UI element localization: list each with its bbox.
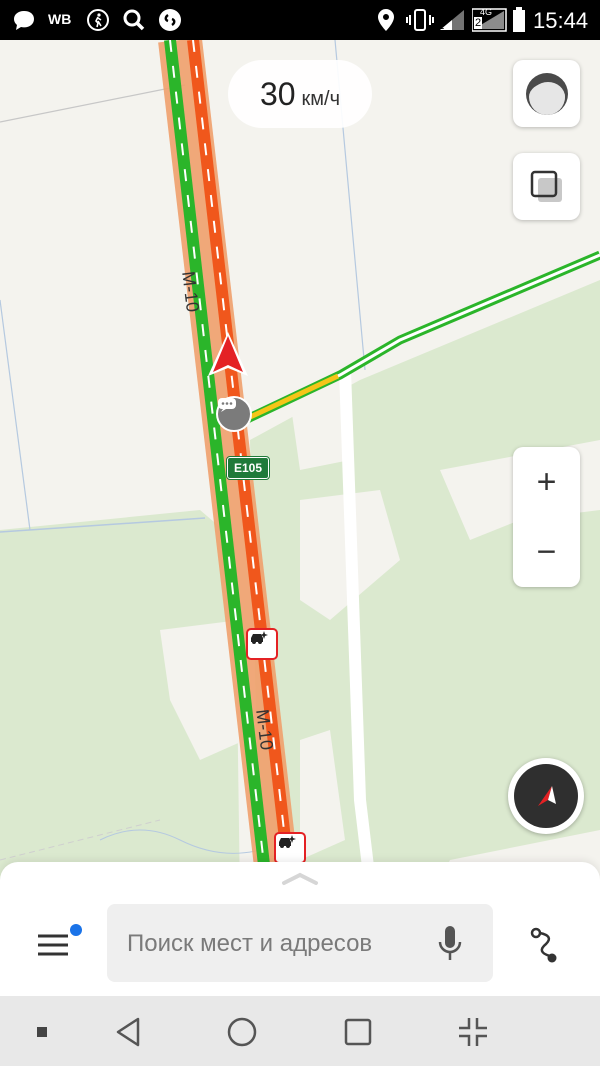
message-icon <box>12 8 36 32</box>
recents-icon[interactable] <box>340 1014 376 1050</box>
speed-indicator: 30 км/ч <box>228 60 372 128</box>
system-nav-bar <box>0 996 600 1066</box>
compass-icon <box>538 786 556 806</box>
route-icon[interactable] <box>522 924 568 970</box>
layers-icon <box>530 170 562 202</box>
accident-icon[interactable] <box>246 628 278 660</box>
svg-text:1: 1 <box>439 22 445 32</box>
zoom-control: + − <box>513 447 580 587</box>
search-input[interactable]: Поиск мест и адресов <box>107 904 493 982</box>
search-icon <box>122 8 146 32</box>
map-view[interactable]: М-10 М-10 E105 <box>0 40 600 900</box>
shazam-icon <box>158 8 182 32</box>
speed-unit: км/ч <box>301 88 341 110</box>
back-icon[interactable] <box>110 1014 146 1050</box>
road-event-comment-icon[interactable] <box>216 396 252 432</box>
signal-icon: 1 <box>438 8 468 32</box>
zoom-out-button[interactable]: − <box>513 517 580 587</box>
zoom-in-button[interactable]: + <box>513 447 580 517</box>
status-bar: WB 1 4G 2 15:44 <box>0 0 600 40</box>
user-location-arrow <box>208 332 248 376</box>
sim-slot: 2 <box>474 17 483 29</box>
accident-icon[interactable] <box>274 832 306 864</box>
bottom-sheet: Поиск мест и адресов <box>0 862 600 996</box>
traffic-toggle-button[interactable] <box>513 60 580 127</box>
status-time: 15:44 <box>533 8 589 33</box>
location-icon <box>376 8 396 32</box>
traffic-toggle-icon <box>525 72 568 115</box>
network-type: 4G <box>480 7 493 17</box>
vibrate-icon <box>406 8 434 32</box>
square-small-icon[interactable] <box>24 1014 60 1050</box>
notification-dot <box>70 924 82 936</box>
search-placeholder: Поиск мест и адресов <box>127 930 373 957</box>
home-icon[interactable] <box>224 1014 260 1050</box>
compass-button[interactable] <box>508 758 584 834</box>
walking-icon <box>86 8 110 32</box>
sheet-grabber-icon[interactable] <box>280 868 320 888</box>
carrier-label: WB <box>48 11 72 27</box>
battery-icon <box>512 7 526 32</box>
microphone-icon[interactable] <box>437 924 463 964</box>
layers-button[interactable] <box>513 153 580 220</box>
menu-icon <box>38 934 68 956</box>
speed-value: 30 <box>259 76 296 112</box>
road-shield: E105 <box>226 456 270 480</box>
collapse-icon[interactable] <box>455 1014 491 1050</box>
